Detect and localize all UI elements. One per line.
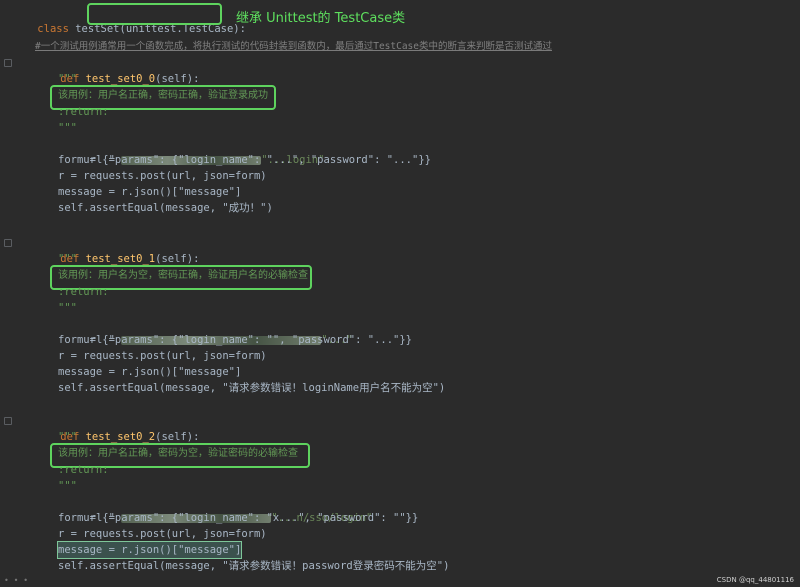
class-base: (unittest.TestCase):	[119, 23, 246, 35]
form-line[interactable]: form = {"params": {"login_name": "...", …	[58, 152, 800, 168]
message-line[interactable]: message = r.json()["message"]	[58, 364, 800, 380]
message-line-current[interactable]: message = r.json()["message"]	[56, 541, 243, 559]
form-line[interactable]: form = {"params": {"login_name": "x...",…	[58, 510, 800, 526]
docstring-return: :return:	[58, 286, 109, 298]
class-name: testSet	[75, 23, 120, 35]
class-declaration-line[interactable]: class testSet(unittest.TestCase):	[12, 5, 800, 35]
watermark: CSDN @qq_44801116	[716, 576, 794, 584]
assert-line[interactable]: self.assertEqual(message, "请求参数错误！loginN…	[58, 380, 800, 396]
docstring-close: """	[58, 480, 77, 492]
docstring-close: """	[58, 122, 77, 134]
docstring-close: """	[58, 302, 77, 314]
class-keyword: class	[37, 23, 69, 35]
form-line[interactable]: form = {"params": {"login_name": "", "pa…	[58, 332, 800, 348]
docstring-open: """	[58, 253, 77, 265]
request-line[interactable]: r = requests.post(url, json=form)	[58, 168, 800, 184]
docstring-text: 该用例：用户名为空，密码正确，验证用户名的必输检查	[58, 270, 308, 281]
docstring-text: 该用例：用户名正确，密码正确，验证登录成功	[58, 90, 268, 101]
fold-icon[interactable]	[4, 59, 12, 67]
docstring-text: 该用例：用户名正确，密码为空，验证密码的必输检查	[58, 448, 298, 459]
docstring-return: :return:	[58, 464, 109, 476]
code-editor[interactable]: class testSet(unittest.TestCase): 继承 Uni…	[0, 0, 800, 587]
url-line[interactable]: url = "...n/sso/login"	[58, 494, 800, 524]
docstring-return: :return:	[58, 106, 109, 118]
assert-line[interactable]: self.assertEqual(message, "请求参数错误！passwo…	[58, 558, 800, 574]
request-line[interactable]: r = requests.post(url, json=form)	[58, 526, 800, 542]
fold-icon[interactable]	[4, 417, 12, 425]
method-def-line[interactable]: def test_set0_0(self):	[35, 55, 800, 85]
inheritance-annotation: 继承 Unittest的 TestCase类	[236, 11, 406, 26]
url-line[interactable]: url = "..."	[58, 316, 800, 346]
method-def-line[interactable]: def test_set0_2(self):	[35, 413, 800, 443]
fold-icon[interactable]	[4, 239, 12, 247]
docstring-open: """	[58, 431, 77, 443]
comment-line: #一个测试用例通常用一个函数完成，将执行测试的代码封装到函数内，最后通过Test…	[35, 41, 552, 52]
message-line[interactable]: message = r.json()["message"]	[58, 184, 800, 200]
request-line[interactable]: r = requests.post(url, json=form)	[58, 348, 800, 364]
bottom-dots: • • •	[4, 576, 29, 585]
url-line[interactable]: url = "...login"	[58, 136, 800, 166]
assert-line[interactable]: self.assertEqual(message, "成功！")	[58, 200, 800, 216]
docstring-open: """	[58, 73, 77, 85]
method-def-line[interactable]: def test_set0_1(self):	[35, 235, 800, 265]
